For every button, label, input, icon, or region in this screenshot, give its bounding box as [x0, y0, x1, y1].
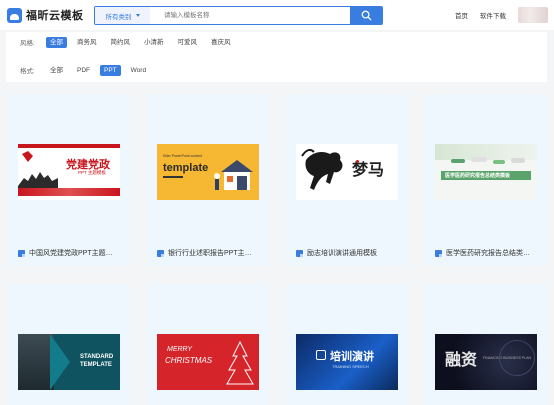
- format-filter-label: 格式:: [20, 68, 35, 75]
- search-input[interactable]: [150, 7, 350, 24]
- chevron-down-icon: [135, 14, 140, 17]
- card-meta: 医学医药研究报告总结类…: [435, 248, 541, 258]
- ppt-file-icon: [157, 249, 164, 257]
- template-thumbnail: 梦马: [296, 144, 398, 200]
- thumbnail-title: STANDARD: [80, 354, 114, 360]
- format-option-pdf[interactable]: PDF: [73, 65, 94, 76]
- card-title[interactable]: 医学医药研究报告总结类…: [446, 248, 530, 258]
- top-nav: 首页 软件下载: [455, 0, 554, 30]
- ppt-file-icon: [296, 249, 303, 257]
- thumbnail-title: 培训演讲: [330, 351, 374, 363]
- card-meta: 励志培训演讲通用模板: [296, 248, 402, 258]
- format-option-all[interactable]: 全部: [46, 65, 67, 76]
- template-thumbnail: STANDARD TEMPLATE: [18, 334, 120, 390]
- thumbnail-title: MERRY: [167, 346, 193, 353]
- avatar[interactable]: [518, 7, 548, 23]
- style-option-business[interactable]: 商务风: [73, 37, 101, 48]
- ppt-file-icon: [18, 249, 25, 257]
- search-icon: [361, 10, 371, 21]
- template-card[interactable]: 党建党政 PPT 主题模板 中国风党建党政PPT主题…: [8, 94, 130, 266]
- style-option-cute[interactable]: 可爱风: [174, 37, 202, 48]
- thumbnail-title: 医学医药研究报告总结类模板: [445, 173, 511, 179]
- thumbnail-subtitle: PPT 主题模板: [78, 170, 106, 175]
- template-thumbnail: MERRY CHRISTMAS: [157, 334, 259, 390]
- template-card[interactable]: 培训演讲 TRAINING SPEECH: [286, 284, 408, 405]
- card-title[interactable]: 励志培训演讲通用模板: [307, 248, 377, 258]
- style-option-festive[interactable]: 喜庆风: [207, 37, 235, 48]
- category-dropdown[interactable]: 所有类别: [95, 7, 150, 24]
- style-option-all[interactable]: 全部: [46, 36, 67, 48]
- search-bar: 所有类别: [94, 6, 383, 25]
- format-option-word[interactable]: Word: [127, 65, 150, 76]
- style-option-simple[interactable]: 简约风: [107, 37, 135, 48]
- card-meta: 中国风党建党政PPT主题…: [18, 248, 124, 258]
- thumbnail-subtitle: Killer PowerPoint content: [163, 154, 203, 158]
- template-card[interactable]: Killer PowerPoint content template 银行行业述…: [147, 94, 269, 266]
- thumbnail-title: 融资: [445, 352, 478, 369]
- template-thumbnail: 医学医药研究报告总结类模板: [435, 144, 537, 200]
- thumbnail-subtitle: CHRISTMAS: [165, 356, 213, 365]
- nav-home[interactable]: 首页: [455, 10, 468, 20]
- format-option-ppt[interactable]: PPT: [100, 64, 121, 76]
- thumbnail-subtitle: TEMPLATE: [80, 362, 112, 368]
- template-card[interactable]: 融资 FINANCING BUSINESS PLAN: [425, 284, 547, 405]
- template-thumbnail: Killer PowerPoint content template: [157, 144, 259, 200]
- template-card[interactable]: 梦马 励志培训演讲通用模板: [286, 94, 408, 266]
- nav-download[interactable]: 软件下载: [480, 10, 506, 20]
- logo-text: 福昕云模板: [26, 10, 84, 22]
- thumbnail-title: template: [163, 162, 209, 174]
- logo[interactable]: 福昕云模板: [7, 7, 84, 23]
- template-card[interactable]: 医学医药研究报告总结类模板 医学医药研究报告总结类…: [425, 94, 547, 266]
- style-option-fresh[interactable]: 小清新: [140, 37, 168, 48]
- cloud-logo-icon: [7, 7, 22, 23]
- style-filter-row: 风格: 全部 商务风 简约风 小清新 可爱风 喜庆风: [20, 36, 241, 48]
- template-card[interactable]: MERRY CHRISTMAS: [147, 284, 269, 405]
- top-header: 福昕云模板 所有类别 首页 软件下载: [0, 0, 554, 30]
- filter-panel: 风格: 全部 商务风 简约风 小清新 可爱风 喜庆风 格式: 全部 PDF PP…: [6, 32, 547, 82]
- search-button[interactable]: [350, 7, 382, 24]
- ppt-file-icon: [435, 249, 442, 257]
- template-thumbnail: 培训演讲 TRAINING SPEECH: [296, 334, 398, 390]
- card-title[interactable]: 银行行业述职报告PPT主…: [168, 248, 252, 258]
- thumbnail-subtitle: TRAINING SPEECH: [332, 364, 369, 369]
- template-thumbnail: 党建党政 PPT 主题模板: [18, 144, 120, 200]
- style-filter-label: 风格:: [20, 40, 35, 47]
- card-meta: 银行行业述职报告PPT主…: [157, 248, 263, 258]
- format-filter-row: 格式: 全部 PDF PPT Word: [20, 64, 156, 76]
- card-title[interactable]: 中国风党建党政PPT主题…: [29, 248, 113, 258]
- template-card[interactable]: STANDARD TEMPLATE: [8, 284, 130, 405]
- category-label: 所有类别: [105, 13, 132, 21]
- template-thumbnail: 融资 FINANCING BUSINESS PLAN: [435, 334, 537, 390]
